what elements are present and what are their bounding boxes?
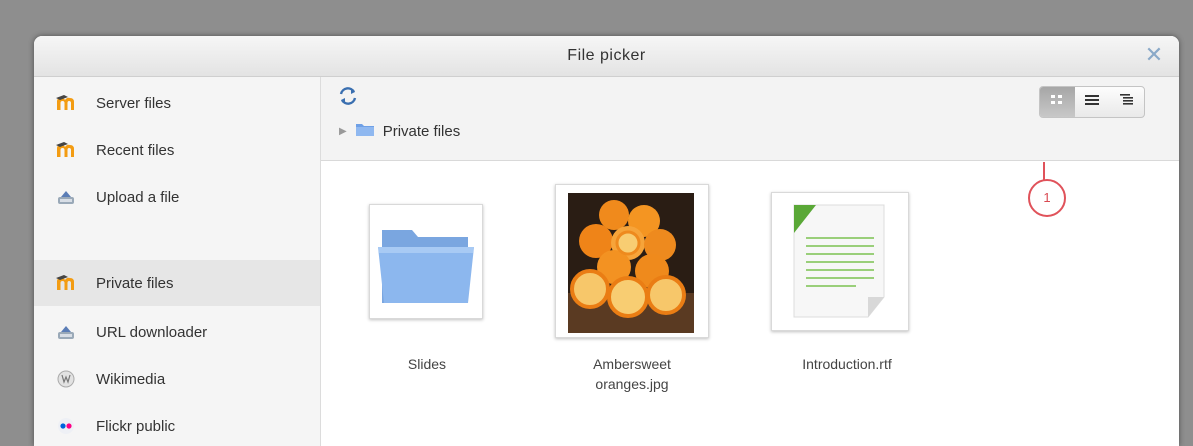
sidebar-item-url-downloader[interactable]: URL downloader: [34, 309, 320, 355]
upload-icon: [55, 186, 77, 208]
folder-thumbnail: [369, 204, 483, 319]
file-item-ambersweet-oranges[interactable]: Ambersweet oranges.jpg: [555, 161, 709, 446]
sidebar-item-label: Server files: [96, 94, 172, 112]
sidebar-item-label: Upload a file: [96, 188, 180, 206]
file-toolbar: ▶ Private files: [321, 77, 1179, 161]
sidebar-item-private-files[interactable]: Private files: [34, 260, 320, 306]
moodle-icon: [55, 272, 77, 294]
moodle-icon: [55, 92, 77, 114]
url-download-icon: [55, 321, 77, 343]
file-name: Slides: [407, 356, 447, 372]
file-item-introduction-rtf[interactable]: Introduction.rtf: [771, 161, 922, 446]
sidebar-item-server-files[interactable]: Server files: [34, 80, 320, 126]
icons-view-button[interactable]: [1040, 87, 1075, 117]
list-icon: [1084, 93, 1100, 112]
tree-view-button[interactable]: [1109, 87, 1144, 117]
file-name: Introduction.rtf: [802, 356, 892, 372]
breadcrumb: ▶ Private files: [339, 121, 460, 141]
sidebar-item-label: URL downloader: [96, 323, 208, 341]
list-view-button[interactable]: [1075, 87, 1110, 117]
sidebar-item-flickr-public[interactable]: Flickr public: [34, 403, 320, 446]
file-name: Ambersweet oranges.jpg: [593, 356, 671, 392]
dialog-titlebar: File picker ✕: [34, 36, 1179, 77]
moodle-icon: [55, 139, 77, 161]
wikimedia-icon: [55, 368, 77, 390]
sidebar-item-label: Recent files: [96, 141, 175, 159]
folder-icon: [355, 121, 375, 142]
image-thumbnail: [555, 184, 709, 338]
view-mode-switcher: [1039, 86, 1145, 118]
annotation-pointer: [1043, 162, 1045, 180]
repository-sidebar: Server files Recent files Upload a file …: [34, 77, 321, 446]
file-item-slides[interactable]: Slides: [352, 161, 502, 446]
sidebar-item-label: Wikimedia: [96, 370, 166, 388]
document-thumbnail: [771, 192, 909, 331]
file-picker-dialog: File picker ✕ Server files Recent files …: [34, 36, 1179, 446]
flickr-icon: [55, 415, 77, 437]
annotation-marker: 1: [1028, 179, 1066, 217]
file-browser: ▶ Private files Slides Ambersweet orange…: [321, 77, 1179, 446]
sidebar-item-upload-a-file[interactable]: Upload a file: [34, 174, 320, 220]
breadcrumb-private-files[interactable]: Private files: [383, 123, 461, 140]
refresh-icon[interactable]: [337, 85, 359, 107]
tree-icon: [1119, 93, 1135, 112]
expand-arrow-icon[interactable]: ▶: [339, 126, 347, 137]
dialog-title: File picker: [567, 47, 646, 64]
close-icon[interactable]: ✕: [1143, 44, 1165, 66]
grid-icon: [1049, 93, 1065, 112]
sidebar-item-label: Private files: [96, 274, 174, 292]
sidebar-item-recent-files[interactable]: Recent files: [34, 127, 320, 173]
sidebar-item-wikimedia[interactable]: Wikimedia: [34, 356, 320, 402]
